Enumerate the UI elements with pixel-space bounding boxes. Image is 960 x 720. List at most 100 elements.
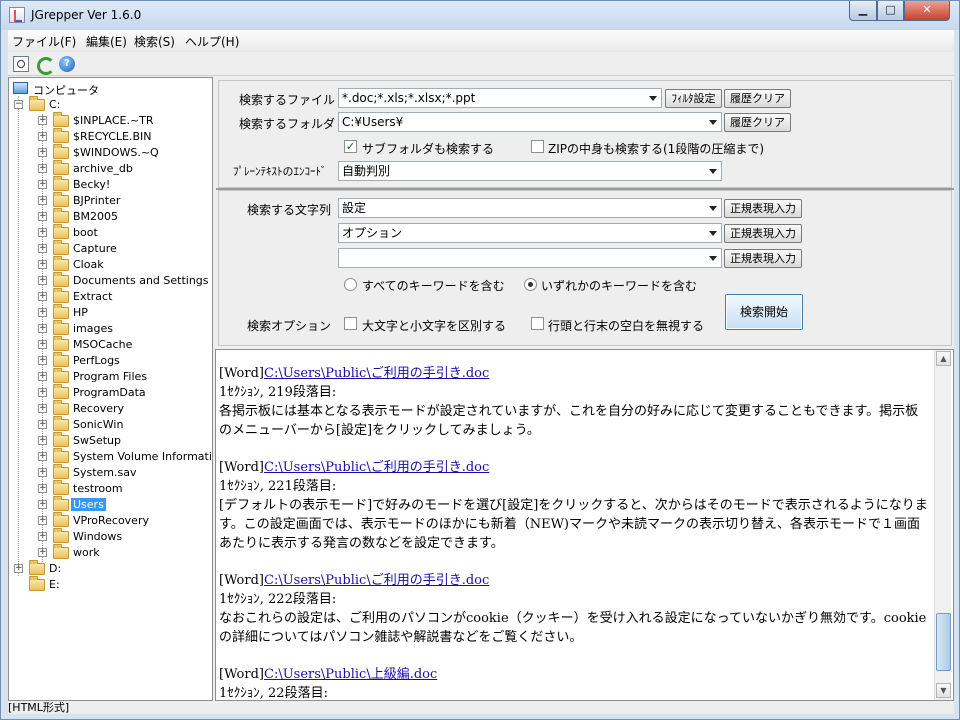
result-file-link[interactable]: C:\Users\Public\ご利用の手引き.doc [264, 573, 489, 588]
expand-icon[interactable]: + [38, 244, 47, 253]
tree-folder-label: System.sav [73, 466, 137, 479]
expand-icon[interactable]: + [38, 436, 47, 445]
regex-input-button-1[interactable]: 正規表現入力 [724, 199, 802, 218]
expand-icon[interactable]: + [38, 260, 47, 269]
encoding-combo[interactable]: 自動判別 [338, 161, 722, 181]
subfolder-checkbox[interactable]: ✓ [344, 140, 357, 153]
expand-icon[interactable]: + [38, 276, 47, 285]
regex-input-button-2[interactable]: 正規表現入力 [724, 224, 802, 243]
expand-icon[interactable]: + [38, 548, 47, 557]
tree-folder-label: System Volume Information [73, 450, 213, 463]
expand-icon[interactable]: + [38, 516, 47, 525]
scroll-down-icon[interactable]: ▼ [936, 683, 951, 698]
expand-icon[interactable]: + [38, 420, 47, 429]
refresh-icon[interactable] [36, 56, 55, 75]
expand-icon[interactable]: + [38, 148, 47, 157]
chevron-down-icon[interactable] [709, 231, 717, 236]
menu-edit[interactable]: 編集(E) [86, 33, 127, 50]
result-file-link[interactable]: C:\Users\Public\上級編.doc [264, 667, 437, 682]
clear-folder-history-button[interactable]: 履歴クリア [724, 113, 791, 132]
radio-any-keyword[interactable] [524, 278, 537, 291]
menu-file[interactable]: ファイル(F) [12, 33, 76, 50]
minimize-button[interactable]: ▁ [849, 1, 877, 21]
maximize-button[interactable]: □ [877, 1, 904, 21]
folder-icon [53, 288, 69, 303]
expand-icon[interactable]: + [38, 372, 47, 381]
tree-folder-label: archive_db [73, 162, 133, 175]
collapse-icon[interactable]: − [14, 100, 23, 109]
folder-icon [53, 320, 69, 335]
tree-folder-label: Windows [73, 530, 123, 543]
expand-icon[interactable]: + [38, 340, 47, 349]
scroll-up-icon[interactable]: ▲ [936, 351, 951, 366]
radio-all-label: すべてのキーワードを含む [362, 279, 505, 293]
tree-folder-label: VProRecovery [73, 514, 149, 527]
trim-whitespace-label: 行頭と行末の空白を無視する [548, 319, 705, 333]
result-entry: [Word]C:\Users\Public\ご利用の手引き.doc 1ｾｸｼｮﾝ,… [219, 571, 931, 647]
results-vertical-scrollbar[interactable]: ▲ ▼ [934, 350, 951, 700]
result-type-tag: [Word] [219, 460, 264, 475]
menu-bar: ファイル(F) 編集(E) 検索(S) ヘルプ(H) [8, 30, 954, 52]
trim-whitespace-checkbox[interactable] [531, 317, 544, 330]
expand-icon[interactable]: + [14, 564, 23, 573]
radio-all-keywords[interactable] [344, 278, 357, 291]
result-file-link[interactable]: C:\Users\Public\ご利用の手引き.doc [264, 460, 489, 475]
expand-icon[interactable]: + [38, 404, 47, 413]
keyword-combo-1[interactable]: 設定 [338, 198, 722, 218]
tree-folder-label: $RECYCLE.BIN [73, 130, 152, 143]
expand-icon[interactable]: + [38, 132, 47, 141]
expand-icon[interactable]: + [38, 356, 47, 365]
new-search-icon[interactable] [13, 56, 29, 72]
expand-icon[interactable]: + [38, 484, 47, 493]
results-pane[interactable]: [Word]C:\Users\Public\ご利用の手引き.doc 1ｾｸｼｮﾝ,… [215, 349, 954, 701]
expand-icon[interactable]: + [38, 388, 47, 397]
expand-icon[interactable]: + [38, 308, 47, 317]
close-button[interactable]: ✕ [904, 1, 950, 21]
java-app-icon[interactable] [9, 7, 25, 23]
chevron-down-icon[interactable] [709, 169, 717, 174]
chevron-down-icon[interactable] [709, 120, 717, 125]
folder-path-combo[interactable]: C:¥Users¥ [338, 112, 722, 132]
expand-icon[interactable]: + [38, 452, 47, 461]
expand-icon[interactable]: + [38, 500, 47, 509]
expand-icon[interactable]: + [38, 292, 47, 301]
status-bar: [HTML形式] [8, 702, 954, 714]
menu-search[interactable]: 検索(S) [134, 33, 175, 50]
tree-folder-label: BJPrinter [73, 194, 121, 207]
chevron-down-icon[interactable] [649, 96, 657, 101]
expand-icon[interactable]: + [38, 196, 47, 205]
expand-icon[interactable]: + [38, 532, 47, 541]
scroll-thumb[interactable] [936, 613, 951, 671]
chevron-down-icon[interactable] [709, 256, 717, 261]
expand-icon[interactable]: + [38, 228, 47, 237]
keyword-combo-3[interactable] [338, 248, 722, 268]
zip-label: ZIPの中身も検索する(1段階の圧縮まで) [548, 142, 764, 156]
expand-icon[interactable]: + [38, 324, 47, 333]
title-bar[interactable]: JGrepper Ver 1.6.0 ▁ □ ✕ [1, 1, 959, 30]
expand-icon[interactable]: + [38, 468, 47, 477]
app-window: JGrepper Ver 1.6.0 ▁ □ ✕ ファイル(F) 編集(E) 検… [0, 0, 960, 720]
clear-file-history-button[interactable]: 履歴クリア [724, 89, 791, 108]
result-type-tag: [Word] [219, 366, 264, 381]
file-pattern-combo[interactable]: *.doc;*.xls;*.xlsx;*.ppt [338, 88, 662, 108]
regex-input-button-3[interactable]: 正規表現入力 [724, 249, 802, 268]
expand-icon[interactable]: + [38, 116, 47, 125]
tree-folder-label: Program Files [73, 370, 148, 383]
result-file-link[interactable]: C:\Users\Public\ご利用の手引き.doc [264, 366, 489, 381]
chevron-down-icon[interactable] [709, 206, 717, 211]
expand-icon[interactable]: + [38, 180, 47, 189]
tree-folder-label: Documents and Settings [73, 274, 209, 287]
help-icon[interactable]: ? [59, 56, 75, 72]
keyword-settings-group: 検索する文字列 設定 正規表現入力 オプション 正規表現入力 正規表現入力 すべ… [218, 190, 952, 346]
folder-icon [53, 208, 69, 223]
start-search-button[interactable]: 検索開始 [725, 294, 803, 330]
keyword-combo-2[interactable]: オプション [338, 223, 722, 243]
filter-settings-button[interactable]: ﾌｨﾙﾀ設定 [665, 89, 722, 108]
folder-tree[interactable]: コンピュータ − C: + $INPLACE.~TR + $RECYCLE.BIN + $… [8, 77, 213, 701]
tree-folder-label: Capture [73, 242, 117, 255]
case-sensitive-checkbox[interactable] [344, 317, 357, 330]
expand-icon[interactable]: + [38, 212, 47, 221]
expand-icon[interactable]: + [38, 164, 47, 173]
zip-checkbox[interactable] [531, 140, 544, 153]
menu-help[interactable]: ヘルプ(H) [185, 33, 239, 50]
